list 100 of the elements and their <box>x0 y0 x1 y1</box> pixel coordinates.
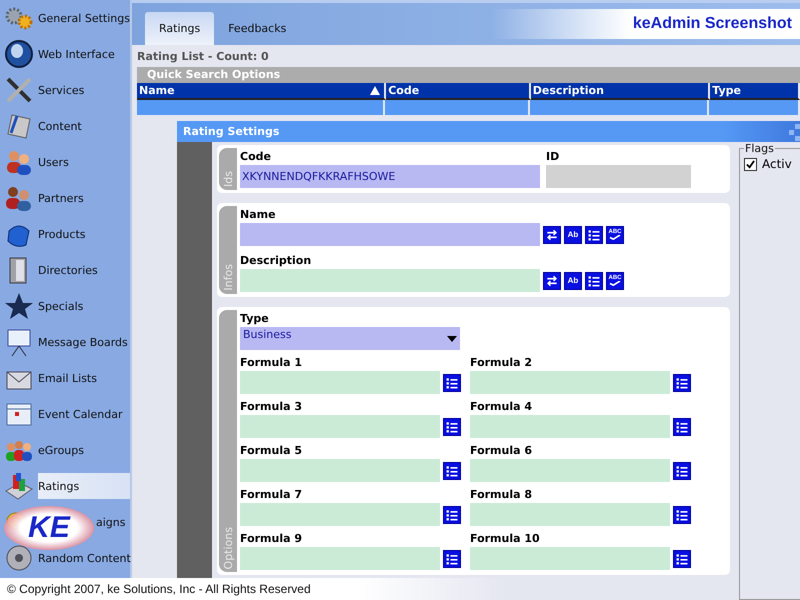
list-button[interactable] <box>443 418 461 436</box>
field-label: Formula 10 <box>470 532 541 547</box>
group-tab-label: Ids <box>222 171 234 187</box>
list-button[interactable] <box>673 374 691 392</box>
format-button[interactable]: Ab <box>564 272 582 290</box>
copyright-text: © Copyright 2007, ke Solutions, Inc - All Rights Reserved <box>7 582 311 596</box>
input-field[interactable] <box>240 223 540 246</box>
swap-button[interactable] <box>543 226 561 244</box>
list-button[interactable] <box>443 506 461 524</box>
checkmark-icon <box>609 235 621 240</box>
input-field[interactable] <box>470 415 670 438</box>
list-icon <box>445 552 459 566</box>
column-header[interactable]: Name <box>137 83 386 100</box>
list-button[interactable] <box>585 226 603 244</box>
sidebar-item[interactable]: Email Lists <box>38 360 130 396</box>
list-button[interactable] <box>585 272 603 290</box>
list-button[interactable] <box>443 462 461 480</box>
input-field[interactable] <box>240 503 440 526</box>
field-label: Code <box>240 150 272 165</box>
field-label: Formula 1 <box>240 356 304 371</box>
group-tab-label: Options <box>222 526 234 569</box>
sidebar-item[interactable]: Web Interface <box>38 36 130 72</box>
sidebar-item[interactable]: Directories <box>38 252 130 288</box>
format-button[interactable]: Ab <box>564 226 582 244</box>
tools-icon <box>4 75 34 105</box>
swap-button[interactable] <box>543 272 561 290</box>
column-header[interactable]: Type <box>710 83 800 100</box>
app-title: keAdmin Screenshot <box>632 15 792 33</box>
list-button[interactable] <box>443 374 461 392</box>
field-label: Type <box>240 312 270 327</box>
sidebar-item[interactable]: Services <box>38 72 130 108</box>
flags-title: Flags <box>744 142 775 155</box>
list-button[interactable] <box>673 418 691 436</box>
logo: KE <box>4 506 94 550</box>
list-icon <box>445 420 459 434</box>
sidebar-item[interactable]: Message Boards <box>38 324 130 360</box>
globe-icon <box>4 39 34 69</box>
sidebar-item[interactable]: eGroups <box>38 432 130 468</box>
list-icon <box>445 376 459 390</box>
column-header[interactable]: Description <box>530 83 710 100</box>
list-icon <box>445 464 459 478</box>
input-field[interactable] <box>470 547 670 570</box>
field-label: Formula 5 <box>240 444 304 459</box>
sidebar-item[interactable]: Partners <box>38 180 130 216</box>
checkmark-icon <box>609 281 621 286</box>
list-icon <box>587 228 601 242</box>
sidebar-item[interactable]: General Settings <box>38 0 130 36</box>
read-only-field[interactable] <box>546 165 691 188</box>
list-icon <box>675 376 689 390</box>
list-icon <box>587 274 601 288</box>
list-button[interactable] <box>443 550 461 568</box>
sidebar-item[interactable]: Products <box>38 216 130 252</box>
input-field[interactable]: XKYNNENDQFKKRAFHSOWE <box>240 165 540 188</box>
sidebar-item[interactable]: aigns <box>96 504 130 540</box>
input-field[interactable] <box>470 371 670 394</box>
field-label: Formula 8 <box>470 488 534 503</box>
tab[interactable]: Ratings <box>145 12 214 45</box>
field-label: Formula 7 <box>240 488 304 503</box>
blocks-icon <box>4 471 34 501</box>
field-label: ID <box>546 150 560 165</box>
list-icon <box>675 508 689 522</box>
sidebar-item[interactable]: Ratings <box>38 473 130 499</box>
input-field[interactable] <box>240 415 440 438</box>
tab[interactable]: Feedbacks <box>214 12 300 45</box>
list-button[interactable] <box>673 550 691 568</box>
dropdown-caret-icon <box>447 336 457 342</box>
disc-icon <box>4 543 34 573</box>
group-tab-label: Infos <box>222 264 234 291</box>
list-button[interactable] <box>673 462 691 480</box>
input-field[interactable] <box>470 503 670 526</box>
field-label: Formula 4 <box>470 400 534 415</box>
checkbox[interactable] <box>744 158 757 170</box>
field-label: Formula 9 <box>240 532 304 547</box>
input-field[interactable] <box>240 547 440 570</box>
sidebar-item[interactable]: Event Calendar <box>38 396 130 432</box>
list-icon <box>445 508 459 522</box>
dialog-title: Rating Settings <box>183 125 280 138</box>
list-icon <box>675 464 689 478</box>
field-label: Name <box>240 208 277 223</box>
list-button[interactable] <box>673 506 691 524</box>
sidebar-item[interactable]: Specials <box>38 288 130 324</box>
input-field[interactable] <box>470 459 670 482</box>
sidebar-item[interactable]: Users <box>38 144 130 180</box>
field-label: Description <box>240 254 312 269</box>
list-icon <box>675 552 689 566</box>
type-dropdown[interactable]: Business <box>240 327 460 350</box>
input-field[interactable] <box>240 459 440 482</box>
field-label: Formula 6 <box>470 444 534 459</box>
checkbox-label: Activ <box>762 157 792 171</box>
swap-arrows-icon <box>545 228 559 242</box>
list-title: Rating List - Count: 0 <box>136 49 270 65</box>
list-icon <box>675 420 689 434</box>
column-header[interactable]: Code <box>386 83 531 100</box>
swap-arrows-icon <box>545 274 559 288</box>
field-label: Formula 3 <box>240 400 304 415</box>
sidebar-item[interactable]: Content <box>38 108 130 144</box>
input-field[interactable] <box>240 371 440 394</box>
field-label: Formula 2 <box>470 356 534 371</box>
star-icon <box>4 291 34 321</box>
input-field[interactable] <box>240 269 540 292</box>
